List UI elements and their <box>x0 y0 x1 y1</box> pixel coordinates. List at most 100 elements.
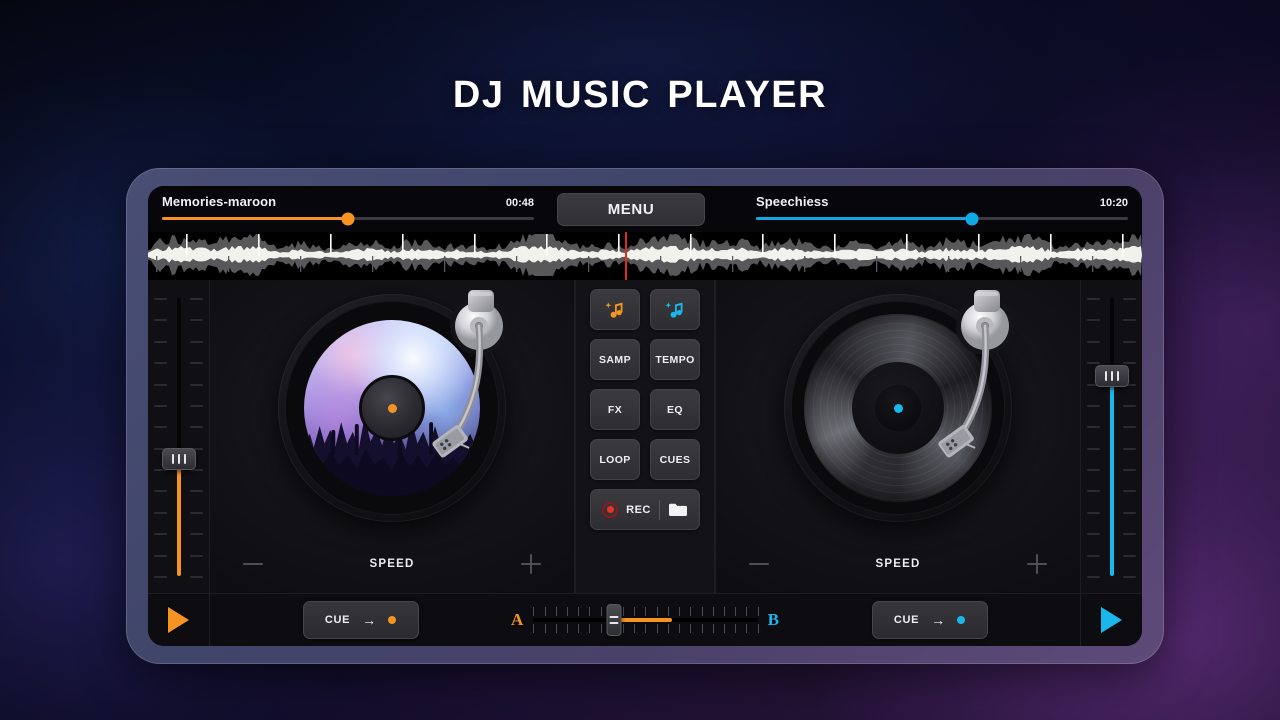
deck-b-speed-controls: SPEED <box>716 551 1080 577</box>
fader-tick <box>1087 319 1100 322</box>
arrow-right-icon: → <box>362 612 377 628</box>
deck-b-time: 10:20 <box>1099 197 1128 209</box>
play-icon <box>168 607 189 633</box>
crossfader-tick <box>555 607 557 616</box>
crossfader-tick <box>555 624 557 633</box>
deck-a-track-name: Memories-maroon <box>162 194 277 209</box>
crossfader-track[interactable] <box>533 604 759 636</box>
deck-a-play-button[interactable] <box>148 593 210 646</box>
fader-tick <box>1087 554 1100 557</box>
load-track-deck-b-button[interactable] <box>650 289 700 330</box>
deck-b-cue-button[interactable]: CUE → <box>871 601 988 639</box>
crossfader-tick <box>735 624 737 633</box>
crossfader-tick <box>724 607 725 616</box>
add-music-note-icon <box>665 301 683 318</box>
fader-tick <box>1087 298 1100 300</box>
deck-a-time: 00:48 <box>505 197 534 209</box>
fader-fill-a <box>176 459 181 576</box>
fader-tick <box>1087 490 1100 493</box>
deck-a-track-info: Memories-maroon 00:48 <box>148 186 548 232</box>
fader-tick <box>190 404 203 407</box>
crossfader-tick <box>757 624 759 633</box>
crossfader-tick <box>679 624 681 633</box>
deck-b-cue-label: CUE <box>893 614 920 626</box>
fader-tick <box>1087 447 1100 450</box>
folder-icon[interactable] <box>668 502 688 518</box>
deck-a-cue-label: CUE <box>324 614 351 626</box>
crossfader-tick <box>712 624 714 633</box>
top-bar: Memories-maroon 00:48 Speechiess 10:20 M… <box>148 186 1142 232</box>
crossfader-tick <box>746 607 748 616</box>
eq-button[interactable]: EQ <box>650 389 700 430</box>
load-track-deck-a-button[interactable] <box>590 289 640 330</box>
fader-tick <box>154 383 167 386</box>
deck-a-spindle <box>359 375 425 441</box>
fader-tick <box>1087 469 1100 472</box>
crossfader-tick <box>735 607 737 616</box>
fx-eq-row: FX EQ <box>590 389 700 430</box>
center-control-panel: SAMP TEMPO FX EQ LOOP CUES REC <box>575 280 715 593</box>
fader-tick <box>154 576 167 578</box>
fader-tick <box>190 362 203 365</box>
fader-fill-b <box>1109 375 1114 576</box>
fader-tick <box>190 576 203 578</box>
arrow-right-icon: → <box>931 612 946 628</box>
deck-b-platter[interactable] <box>784 290 1014 522</box>
cues-button[interactable]: CUES <box>650 439 700 480</box>
crossfader-tick <box>544 624 546 633</box>
deck-b: SPEED <box>715 280 1080 593</box>
crossfader-tick <box>623 607 625 616</box>
fader-tick <box>190 298 203 300</box>
crossfader-tick <box>701 624 703 633</box>
deck-b-track-info: Speechiess 10:20 <box>742 186 1142 232</box>
fader-tick <box>1123 554 1136 557</box>
deck-a-platter[interactable] <box>278 290 508 522</box>
samp-button[interactable]: SAMP <box>590 339 640 380</box>
deck-a-progress-slider[interactable] <box>162 212 534 225</box>
deck-b-progress-knob[interactable] <box>965 212 979 225</box>
fader-knob-a[interactable] <box>161 448 196 471</box>
deck-a-speed-plus-icon[interactable] <box>518 551 544 577</box>
fader-tick <box>1123 362 1136 365</box>
crossfader-knob[interactable] <box>606 604 622 636</box>
crossfader-tick <box>533 607 535 616</box>
fader-tick <box>1087 426 1100 429</box>
crossfader-tick <box>724 624 725 633</box>
waveform-strip[interactable] <box>148 232 1142 280</box>
deck-b-volume-fader[interactable] <box>1080 280 1142 593</box>
crossfader-tick <box>690 607 692 616</box>
deck-b-progress-fill <box>756 217 972 220</box>
fader-knob-b[interactable] <box>1094 364 1129 387</box>
menu-button[interactable]: MENU <box>557 193 705 226</box>
app-screen: Memories-maroon 00:48 Speechiess 10:20 M… <box>148 186 1142 646</box>
deck-a-volume-fader[interactable] <box>148 280 210 593</box>
fader-tick <box>1123 576 1136 578</box>
deck-b-speed-label: SPEED <box>875 558 921 570</box>
deck-b-speed-minus-icon[interactable] <box>746 551 772 577</box>
fader-tick <box>1123 319 1136 322</box>
deck-b-progress-slider[interactable] <box>756 212 1128 225</box>
crossfader-label-b: B <box>767 610 779 629</box>
fader-tick <box>154 533 167 536</box>
record-icon[interactable] <box>602 501 619 518</box>
crossfader-tick <box>544 607 546 616</box>
crossfader-tick <box>589 607 591 616</box>
deck-a-speed-minus-icon[interactable] <box>240 551 266 577</box>
deck-a-progress-knob[interactable] <box>341 212 355 225</box>
fader-tick <box>154 362 167 365</box>
deck-a-cue-button[interactable]: CUE → <box>302 601 419 639</box>
record-bar: REC <box>590 489 700 530</box>
crossfader-tick <box>746 624 748 633</box>
crossfader[interactable]: A B <box>511 604 779 636</box>
loop-button[interactable]: LOOP <box>590 439 640 480</box>
deck-b-cue-dot <box>957 616 966 624</box>
deck-b-speed-plus-icon[interactable] <box>1024 551 1050 577</box>
fader-tick <box>190 533 203 536</box>
fader-tick <box>1087 340 1100 343</box>
fx-button[interactable]: FX <box>590 389 640 430</box>
crossfader-tick <box>566 624 568 633</box>
deck-a-spindle-dot <box>387 403 397 413</box>
page-title: DJ Music Player <box>452 59 828 119</box>
deck-b-play-button[interactable] <box>1080 593 1142 646</box>
tempo-button[interactable]: TEMPO <box>650 339 700 380</box>
